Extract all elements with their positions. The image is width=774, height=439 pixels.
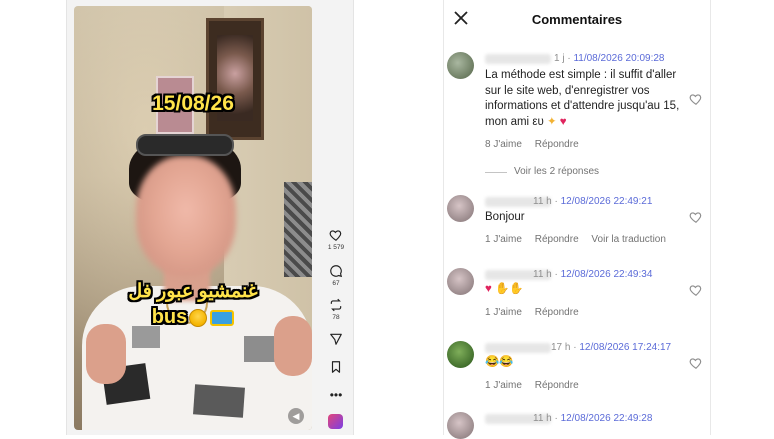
like-count: 1 579 [327,244,345,251]
comment-meta: 11 h · 12/08/2026 22:49:21 [533,196,653,207]
comments-title: Commentaires [531,12,623,27]
comment-date: 12/08/2026 17:24:17 [579,342,672,353]
like-action[interactable]: 1 579 [322,228,350,251]
view-replies-button[interactable]: Voir les 2 réponses [514,166,599,177]
comment-age: 11 h [533,269,552,280]
speaker-icon[interactable]: ◀ [288,408,304,424]
username-blurred [485,343,551,353]
video-player[interactable] [74,6,312,430]
avatar[interactable] [447,195,474,222]
save-action[interactable] [322,360,350,374]
see-translation-button[interactable]: Voir la traduction [591,234,666,245]
comment-age: 1 j [554,53,565,64]
video-person-sunglasses [136,134,234,156]
share-action[interactable] [322,332,350,346]
send-icon [330,333,342,345]
comment-meta: 11 h · 12/08/2026 22:49:34 [533,269,653,280]
comment-action[interactable]: 67 [322,264,350,287]
comment-age: 11 h [533,413,552,424]
comment-icon [330,265,343,278]
comment-text: 😂😂 [485,355,685,371]
comment-text: ♥ ✋✋ [485,282,685,298]
heart-icon[interactable] [689,283,703,297]
audio-avatar[interactable] [328,414,343,429]
username-blurred [485,54,551,64]
video-caption-arabic: غنمشيو عبور فل [128,281,258,302]
raised-hands-emoji-icon: ✋✋ [495,283,524,295]
bus-emoji-icon [210,309,235,326]
comment-like-count[interactable]: 8 J'aime [485,139,522,150]
repost-icon [330,298,342,312]
comment-meta: 17 h · 12/08/2026 17:24:17 [551,342,672,353]
reply-button[interactable]: Répondre [535,307,579,318]
comment-like-count[interactable]: 1 J'aime [485,234,522,245]
avatar[interactable] [447,341,474,368]
comment-text: La méthode est simple : il suffit d'alle… [485,69,680,128]
laughing-emoji-icon: 😂😂 [485,356,514,368]
reply-button[interactable]: Répondre [535,380,579,391]
heart-icon[interactable] [689,356,703,370]
comment-date: 12/08/2026 22:49:21 [560,196,653,207]
sparkles-emoji-icon: ✦ [546,115,557,128]
comment-date: 11/08/2026 20:09:28 [573,53,665,64]
more-options[interactable]: ••• [322,388,350,402]
heart-emoji-icon: ♥ [485,283,492,295]
comment-like-count[interactable]: 1 J'aime [485,307,522,318]
video-caption-word: bus [151,306,188,328]
comment-age: 17 h [551,342,571,353]
video-painting [206,18,264,140]
heart-icon[interactable] [689,210,703,224]
comment-meta: 1 j · 11/08/2026 20:09:28 [554,53,665,64]
video-wall-art [284,182,312,277]
comment-count: 67 [332,280,340,287]
comment-date: 12/08/2026 22:49:28 [560,413,653,424]
comment-actions: 1 J'aime Répondre [485,307,589,318]
comment-text: Bonjour [485,211,525,223]
avatar[interactable] [447,268,474,295]
comment-like-count[interactable]: 1 J'aime [485,380,522,391]
view-replies-divider [485,172,507,173]
heart-icon [329,230,342,241]
comment-actions: 8 J'aime Répondre [485,139,589,150]
comment-actions: 1 J'aime Répondre [485,380,589,391]
heart-eyes-emoji-icon [189,308,208,327]
video-person-face-blurred [136,156,236,276]
video-date-overlay: 15/08/26 [152,92,234,115]
reply-button[interactable]: Répondre [535,139,579,150]
comment-date: 12/08/2026 22:49:34 [560,269,653,280]
comment-meta: 11 h · 12/08/2026 22:49:28 [533,413,653,424]
heart-emoji-icon: ♥ [559,115,567,128]
repost-action[interactable]: 78 [322,298,350,321]
bookmark-icon [331,361,341,373]
repost-count: 78 [332,314,340,321]
comment-actions: 1 J'aime Répondre Voir la traduction [485,234,676,245]
more-dots-icon: ••• [329,388,343,402]
avatar[interactable] [447,52,474,79]
reply-button[interactable]: Répondre [535,234,579,245]
video-caption-line2: bus [74,306,312,329]
comment-age: 11 h [533,196,552,207]
heart-icon[interactable] [689,92,703,106]
